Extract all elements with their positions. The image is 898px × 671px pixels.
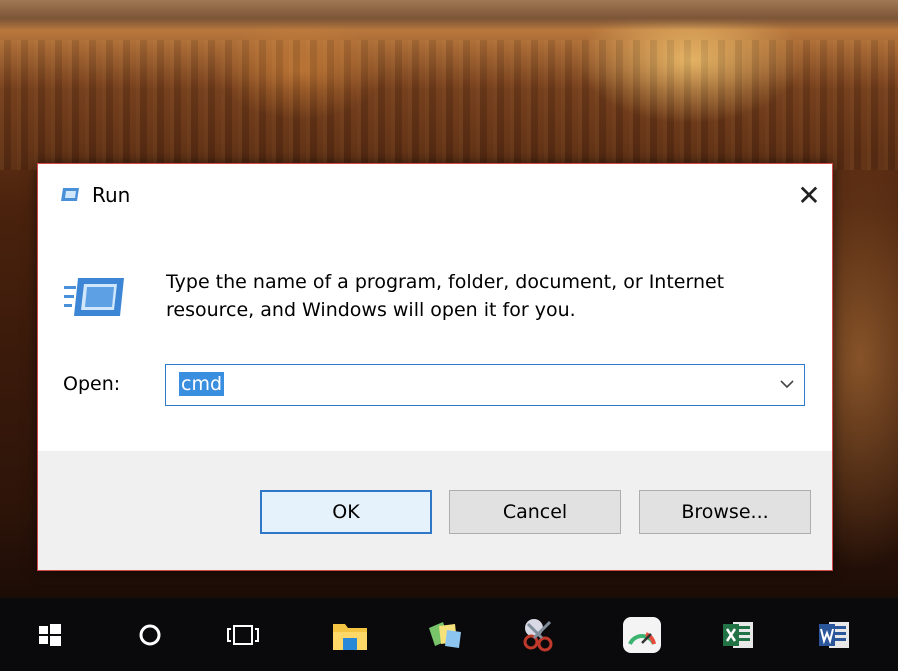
description-line-2: resource, and Windows will open it for y… [166, 299, 576, 321]
run-large-icon [64, 278, 124, 316]
cortana-search-icon [139, 624, 161, 645]
run-app-icon [61, 188, 79, 201]
browse-button[interactable]: Browse... [639, 490, 811, 534]
wallpaper-reflections [0, 40, 898, 170]
open-input-value[interactable]: cmd [179, 372, 225, 396]
start-button[interactable] [28, 598, 72, 671]
dialog-title: Run [92, 183, 131, 207]
excel-icon [723, 621, 753, 648]
sticky-notes-button[interactable] [420, 598, 470, 671]
snipping-tool-icon [523, 618, 553, 651]
file-explorer-icon [333, 623, 367, 650]
sticky-notes-icon [429, 621, 461, 648]
word-button[interactable] [808, 598, 860, 671]
speedometer-app-icon [623, 616, 661, 653]
cancel-button[interactable]: Cancel [449, 490, 621, 534]
description-line-1: Type the name of a program, folder, docu… [166, 271, 725, 293]
taskbar [0, 598, 898, 671]
snipping-tool-button[interactable] [515, 598, 565, 671]
open-combobox[interactable]: cmd [165, 364, 805, 406]
task-view-button[interactable] [220, 598, 266, 671]
cortana-button[interactable] [128, 598, 172, 671]
speedometer-app-button[interactable] [615, 598, 669, 671]
close-icon: ✕ [797, 178, 821, 212]
dialog-description: Type the name of a program, folder, docu… [166, 268, 806, 324]
ok-button[interactable]: OK [260, 490, 432, 534]
task-view-icon [227, 624, 259, 645]
chevron-down-icon[interactable] [780, 379, 794, 389]
wallpaper-treeline [0, 0, 898, 30]
open-label: Open: [63, 373, 121, 395]
file-explorer-button[interactable] [325, 598, 375, 671]
close-button[interactable]: ✕ [786, 172, 832, 218]
run-dialog: Run ✕ Type the name of a program, folder… [37, 163, 833, 571]
excel-button[interactable] [713, 598, 763, 671]
word-icon [819, 621, 849, 648]
title-bar[interactable]: Run ✕ [38, 164, 832, 224]
windows-start-icon [39, 623, 61, 646]
